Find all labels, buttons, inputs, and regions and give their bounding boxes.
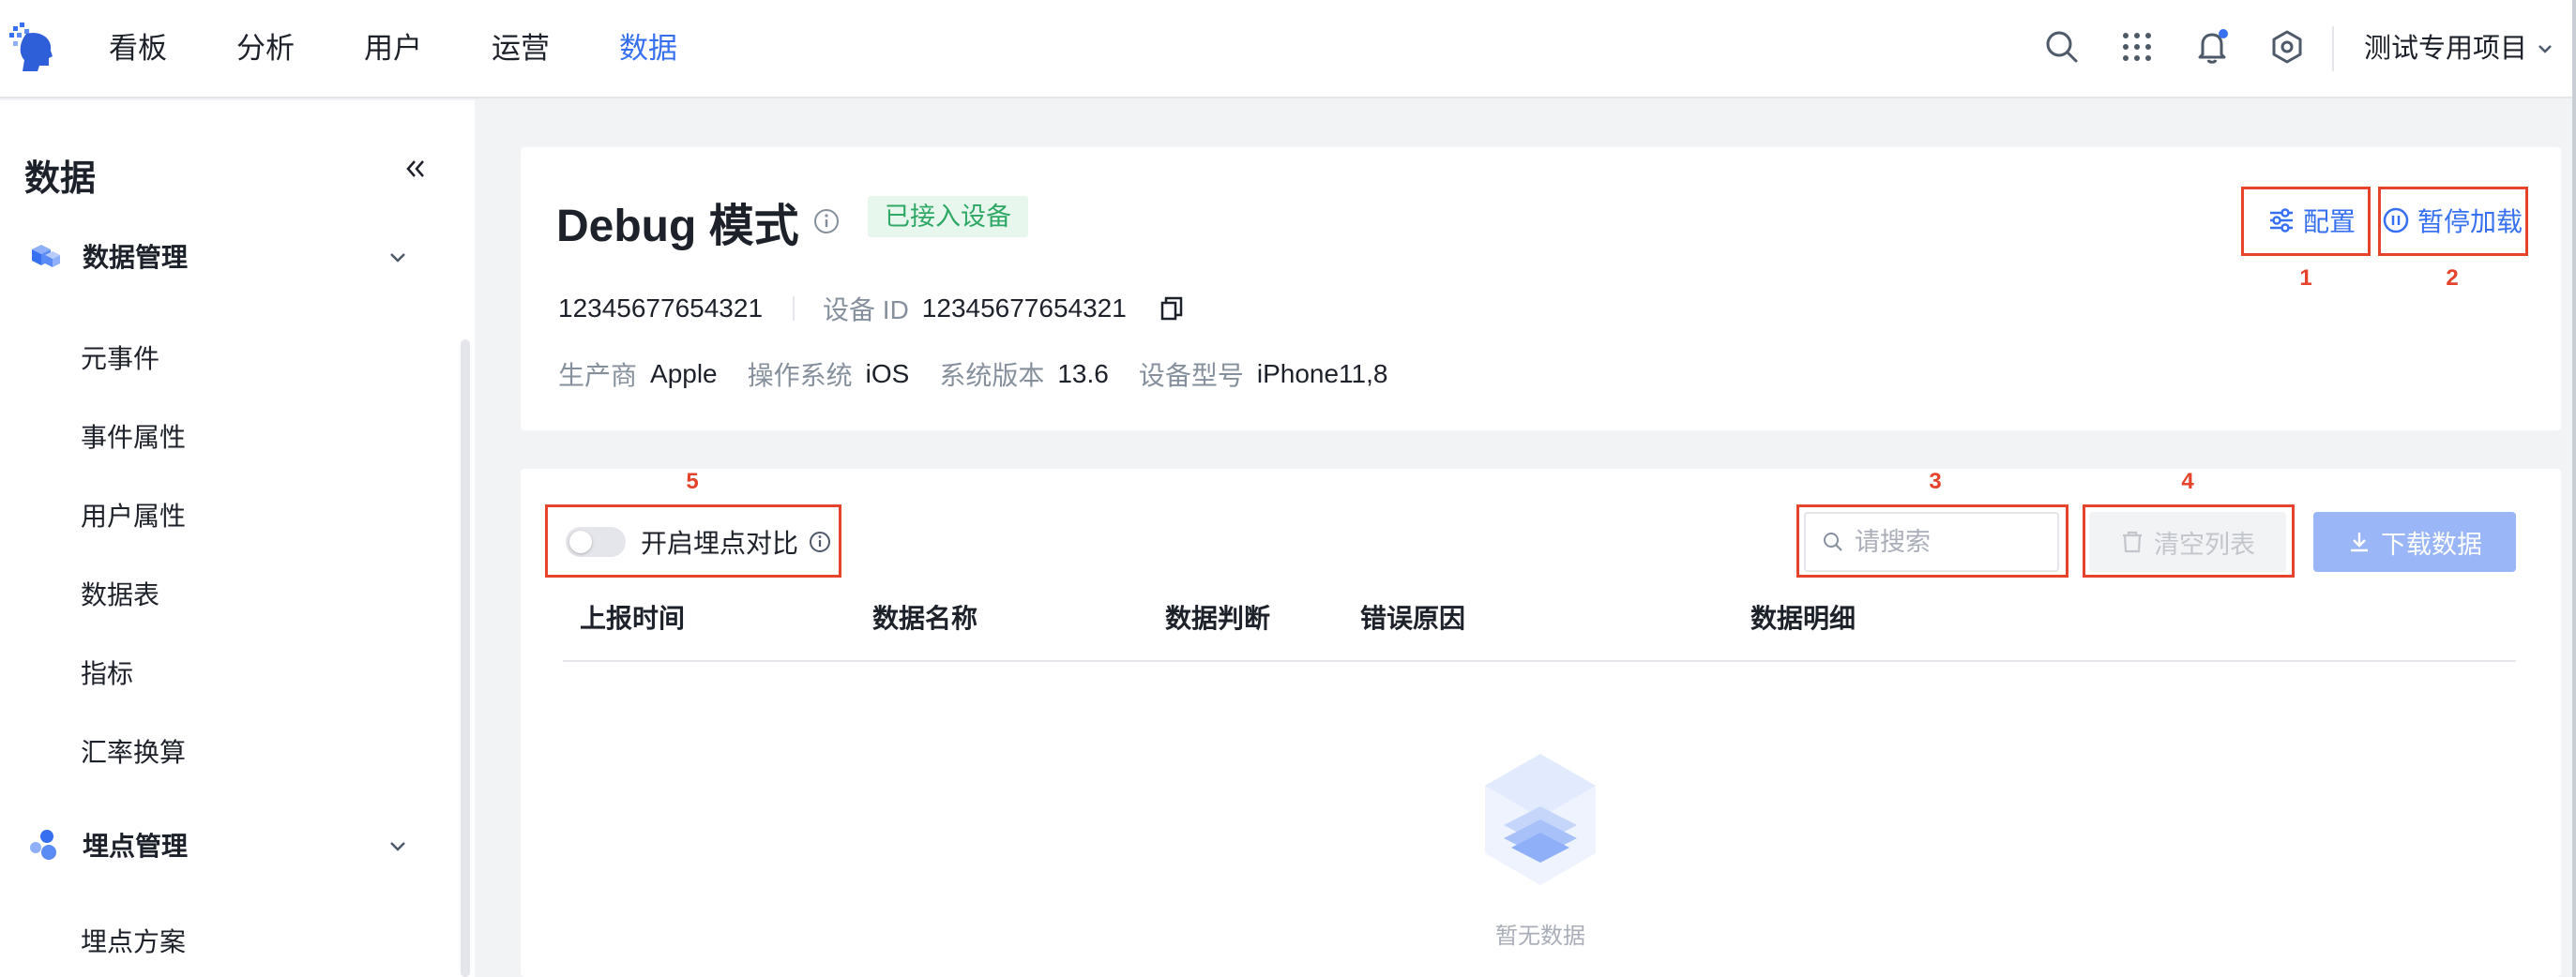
copy-icon[interactable] [1159,295,1185,322]
chevron-down-icon[interactable] [385,244,411,270]
status-badge: 已接入设备 [868,196,1028,237]
sidebar-group-data-management[interactable]: 数据管理 [26,234,188,278]
os-version-label: 系统版本 [939,361,1045,390]
nav-item-users[interactable]: 用户 [364,28,422,69]
sidebar: 数据 数据管理 元事件 事件属性 用户属性 数据表 指标 汇率换算 埋点管理 埋… [0,100,475,977]
sidebar-group-tracking-management[interactable]: 埋点管理 [26,823,188,866]
annotation-number-2: 2 [2446,265,2459,291]
chevron-down-icon[interactable] [385,833,411,859]
sidebar-scrollbar[interactable] [461,339,470,977]
annotation-box-3 [1796,504,2068,578]
device-code: 12345677654321 [558,293,764,323]
annotation-number-3: 3 [1929,469,1942,494]
annotation-box-5 [545,504,841,578]
annotation-box-4 [2083,504,2295,578]
sidebar-item-data-tables[interactable]: 数据表 [81,577,159,614]
annotation-box-1 [2241,187,2371,256]
download-data-label: 下载数据 [2381,530,2482,559]
download-icon [2351,533,2368,552]
column-header-data-check[interactable]: 数据判断 [1165,598,1270,636]
table-header-divider [563,660,2516,662]
empty-state-text: 暂无数据 [1495,924,1585,949]
divider [2332,26,2334,71]
annotation-number-1: 1 [2299,265,2312,291]
apps-grid-icon[interactable] [2116,26,2158,68]
device-meta-row: 生产商 Apple 操作系统 iOS 系统版本 13.6 设备型号 iPhone… [558,355,1417,393]
data-list-card: 开启埋点对比 清空列表 下载数据 5 3 4 上报时间 数据名称 数据判断 错误… [521,469,2561,977]
chevron-down-icon [2538,45,2552,53]
sidebar-group-label: 数据管理 [83,243,189,272]
bell-icon[interactable] [2191,26,2233,68]
manufacturer-value: Apple [650,359,718,388]
nav-item-dashboard[interactable]: 看板 [109,28,167,69]
column-header-error-reason[interactable]: 错误原因 [1360,598,1465,636]
settings-icon[interactable] [2266,26,2308,68]
sidebar-item-event-properties[interactable]: 事件属性 [81,419,186,457]
column-header-data-name[interactable]: 数据名称 [872,598,977,636]
sidebar-title: 数据 [24,159,97,199]
model-label: 设备型号 [1138,361,1244,390]
annotation-box-2 [2378,187,2528,256]
os-value: iOS [865,359,910,388]
nav-item-data[interactable]: 数据 [619,28,677,69]
logo-icon[interactable] [8,21,60,73]
project-name: 测试专用项目 [2364,34,2528,64]
sidebar-group-label: 埋点管理 [83,832,189,861]
info-icon[interactable] [812,207,841,235]
annotation-number-4: 4 [2181,469,2194,494]
search-icon[interactable] [2041,26,2083,68]
column-header-report-time[interactable]: 上报时间 [580,598,685,636]
sidebar-item-tracking-plan[interactable]: 埋点方案 [81,924,186,961]
nav-item-operations[interactable]: 运营 [492,28,550,69]
annotation-number-5: 5 [686,469,699,494]
page-title-text: Debug 模式 [556,202,799,251]
nav-item-analysis[interactable]: 分析 [236,28,295,69]
sidebar-item-metrics[interactable]: 指标 [81,655,133,693]
collapse-sidebar-icon[interactable] [402,155,430,183]
manufacturer-label: 生产商 [558,361,638,390]
divider [793,296,796,321]
empty-box-icon [1485,754,1596,885]
window-edge [2572,0,2576,977]
top-navbar: 看板 分析 用户 运营 数据 测试专用项目 [0,0,2576,98]
tracking-points-icon [30,830,56,860]
os-label: 操作系统 [747,361,853,390]
debug-info-card: Debug 模式 已接入设备 12345677654321 设备 ID 1234… [521,147,2561,430]
project-selector[interactable]: 测试专用项目 [2364,28,2553,69]
download-data-button[interactable]: 下载数据 [2313,512,2516,572]
column-header-data-detail[interactable]: 数据明细 [1750,598,1856,636]
device-id-value: 12345677654321 [921,293,1127,323]
model-value: iPhone11,8 [1256,359,1388,388]
sidebar-item-meta-events[interactable]: 元事件 [81,340,159,378]
os-version-value: 13.6 [1057,359,1109,388]
cube-icon [32,245,60,267]
device-id-row: 12345677654321 设备 ID 12345677654321 [558,290,1185,327]
device-id-label: 设备 ID [823,295,909,324]
sidebar-item-user-properties[interactable]: 用户属性 [81,498,186,535]
sidebar-item-exchange-rate[interactable]: 汇率换算 [81,734,186,772]
page-title: Debug 模式 [556,188,841,254]
